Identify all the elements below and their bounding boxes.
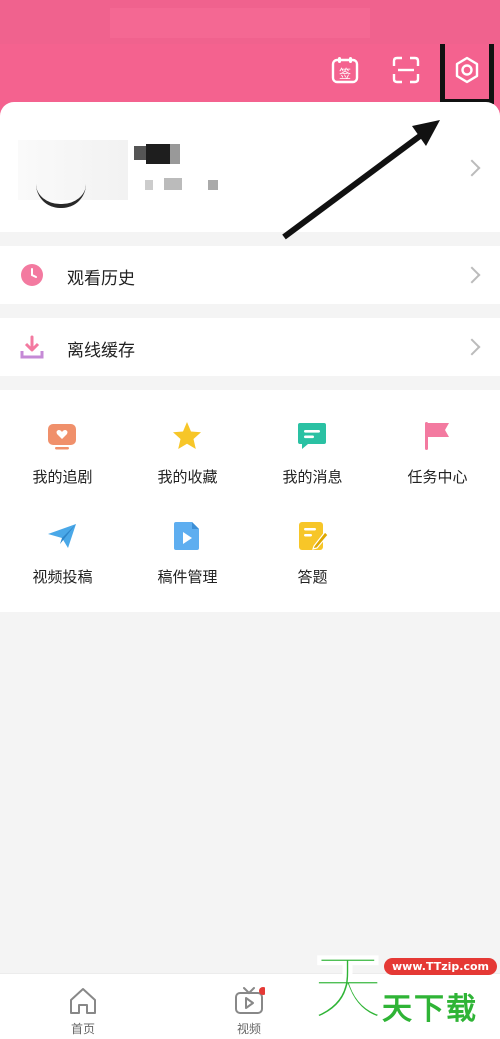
calendar-checkin-icon[interactable]: 签 <box>330 55 360 85</box>
grid-item-quiz[interactable]: 答题 <box>250 490 375 586</box>
grid-item-video-upload[interactable]: 视频投稿 <box>0 490 125 586</box>
download-icon <box>20 335 44 359</box>
userinfo-redacted-2 <box>164 178 182 190</box>
username-redacted-edge <box>170 144 180 164</box>
grid-label: 稿件管理 <box>157 568 218 586</box>
video-tv-icon <box>235 987 265 1014</box>
grid-item-favorites[interactable]: 我的收藏 <box>125 390 250 486</box>
star-icon <box>173 422 201 449</box>
chevron-right-icon <box>463 338 481 356</box>
watch-history-row[interactable]: 观看历史 <box>0 246 500 304</box>
grid-item-manuscripts[interactable]: 稿件管理 <box>125 490 250 586</box>
offline-cache-row[interactable]: 离线缓存 <box>0 318 500 376</box>
tab-home[interactable]: 首页 <box>0 974 166 1039</box>
message-icon <box>298 423 326 449</box>
watermark-url: www.TTzip.com <box>384 958 497 975</box>
paper-plane-icon <box>48 524 76 548</box>
chevron-right-icon <box>463 266 481 284</box>
watch-history-label: 观看历史 <box>67 269 135 289</box>
feature-grid: 我的追剧 我的收藏 我的消息 任务中心 视频投稿 稿件管理 答题 <box>0 390 500 612</box>
grid-item-messages[interactable]: 我的消息 <box>250 390 375 486</box>
offline-cache-label: 离线缓存 <box>67 341 135 361</box>
grid-label: 我的消息 <box>282 468 343 486</box>
avatar-outline <box>36 184 86 208</box>
userinfo-redacted-3 <box>208 180 218 190</box>
clock-icon <box>21 264 43 286</box>
grid-label: 任务中心 <box>407 468 468 486</box>
grid-item-tasks[interactable]: 任务中心 <box>375 390 500 486</box>
quiz-note-icon <box>299 522 328 550</box>
scan-icon[interactable] <box>391 55 421 85</box>
grid-label: 答题 <box>297 568 328 586</box>
userinfo-redacted <box>145 180 153 190</box>
status-bar-shade <box>110 8 370 38</box>
chevron-right-icon <box>463 159 481 177</box>
checkin-glyph: 签 <box>339 66 351 81</box>
username-redacted <box>134 146 146 160</box>
username-redacted-block <box>146 144 170 164</box>
grid-item-following[interactable]: 我的追剧 <box>0 390 125 486</box>
flag-icon <box>425 422 449 450</box>
video-file-icon <box>174 522 199 550</box>
annotation-arrow <box>282 120 440 240</box>
tab-home-label: 首页 <box>70 1022 95 1036</box>
grid-label: 视频投稿 <box>32 568 93 586</box>
watermark-text: 天下载 <box>382 992 478 1027</box>
site-watermark-logo: 天 www.TTzip.com 天下载 <box>308 946 500 1039</box>
watermark-big-char: 天 <box>311 946 385 1030</box>
grid-label: 我的收藏 <box>157 468 218 486</box>
home-icon <box>70 988 96 1014</box>
grid-label: 我的追剧 <box>32 468 93 486</box>
tv-heart-icon <box>48 424 76 450</box>
